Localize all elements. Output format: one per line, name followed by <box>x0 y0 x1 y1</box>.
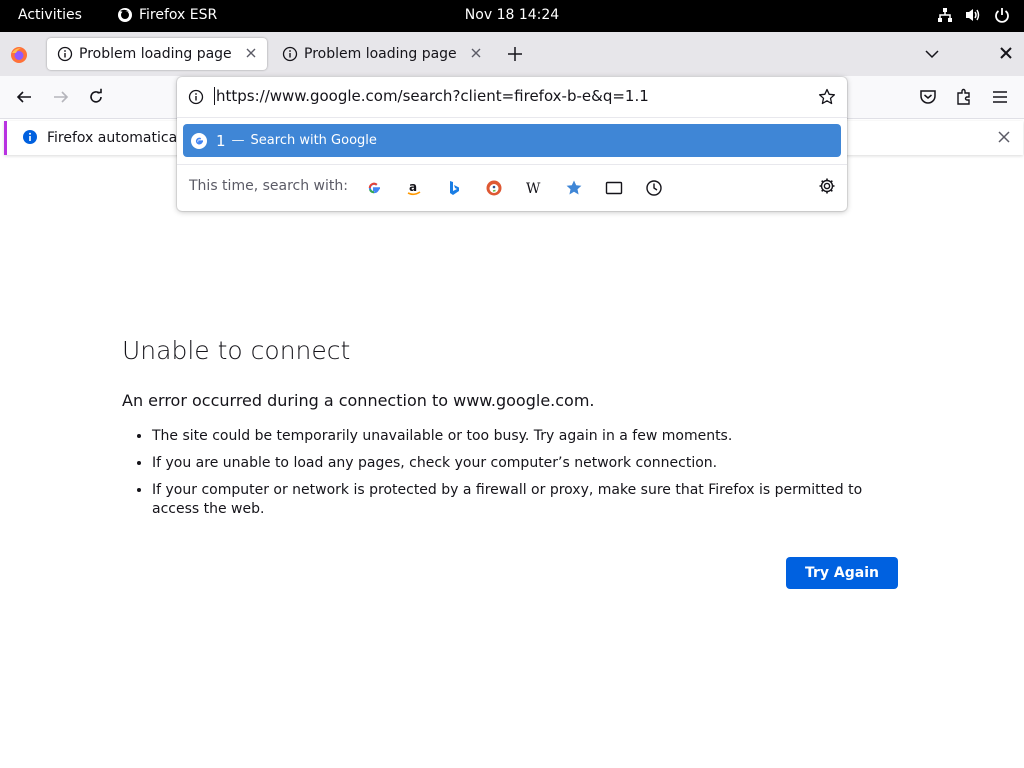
close-tab-icon[interactable] <box>468 45 484 61</box>
suggestion-action: Search with Google <box>250 133 377 148</box>
extensions-icon[interactable] <box>955 88 973 106</box>
back-icon[interactable] <box>14 88 34 106</box>
search-suggestion-row[interactable]: 1 — Search with Google <box>183 124 841 157</box>
close-notification-icon[interactable] <box>997 130 1011 144</box>
info-icon <box>57 46 73 62</box>
url-input[interactable]: https://www.google.com/search?client=fir… <box>214 87 649 105</box>
search-settings-gear-icon[interactable] <box>818 177 836 195</box>
wikipedia-engine-icon[interactable]: W <box>523 177 545 199</box>
error-description: An error occurred during a connection to… <box>122 391 595 410</box>
new-tab-icon[interactable] <box>505 44 525 64</box>
tab-title: Problem loading page <box>79 46 232 62</box>
one-off-search-bar: This time, search with: a W <box>177 165 847 211</box>
tab-title: Problem loading page <box>304 46 457 62</box>
forward-icon[interactable] <box>51 88 71 106</box>
error-suggestions: The site could be temporarily unavailabl… <box>122 427 898 519</box>
list-item: If you are unable to load any pages, che… <box>152 454 898 473</box>
tab-inactive[interactable]: Problem loading page <box>272 38 492 70</box>
suggestion-separator: — <box>231 133 245 148</box>
info-icon <box>282 46 298 62</box>
close-tab-icon[interactable] <box>243 45 259 61</box>
try-again-button[interactable]: Try Again <box>786 557 898 589</box>
duckduckgo-engine-icon[interactable] <box>483 177 505 199</box>
list-all-tabs-icon[interactable] <box>922 45 942 63</box>
clock[interactable]: Nov 18 14:24 <box>0 7 1024 23</box>
bookmark-star-icon[interactable] <box>818 88 836 106</box>
suggestion-query: 1 <box>216 131 226 150</box>
list-item: The site could be temporarily unavailabl… <box>152 427 898 446</box>
tabs-icon[interactable] <box>603 177 625 199</box>
info-icon <box>23 130 37 144</box>
amazon-engine-icon[interactable]: a <box>403 177 425 199</box>
google-icon <box>191 132 207 149</box>
volume-icon <box>966 9 980 21</box>
divider <box>177 117 847 118</box>
menu-icon[interactable] <box>991 88 1009 106</box>
one-off-label: This time, search with: <box>189 178 348 194</box>
notification-text: Firefox automatically <box>47 130 194 146</box>
svg-text:a: a <box>409 180 417 194</box>
bookmarks-icon[interactable] <box>563 177 585 199</box>
power-icon <box>995 8 1009 23</box>
window-close-icon[interactable] <box>999 46 1013 60</box>
error-page: Unable to connect An error occurred duri… <box>122 336 898 527</box>
error-title: Unable to connect <box>122 336 351 365</box>
bing-engine-icon[interactable] <box>443 177 465 199</box>
history-icon[interactable] <box>643 177 665 199</box>
network-icon <box>938 8 952 22</box>
tab-strip: Problem loading page Problem loading pag… <box>0 32 1024 76</box>
system-tray[interactable] <box>937 7 1010 23</box>
list-item: If your computer or network is protected… <box>152 481 898 519</box>
svg-text:W: W <box>526 181 541 196</box>
urlbar[interactable]: https://www.google.com/search?client=fir… <box>177 77 847 117</box>
gnome-top-bar: Activities Firefox ESR Nov 18 14:24 <box>0 0 1024 32</box>
tab-active[interactable]: Problem loading page <box>47 38 267 70</box>
google-engine-icon[interactable] <box>363 177 385 199</box>
reload-icon[interactable] <box>87 88 105 106</box>
firefox-view-icon[interactable] <box>10 46 28 64</box>
urlbar-popup: https://www.google.com/search?client=fir… <box>177 77 847 211</box>
site-info-icon[interactable] <box>188 89 204 105</box>
pocket-icon[interactable] <box>919 88 937 106</box>
